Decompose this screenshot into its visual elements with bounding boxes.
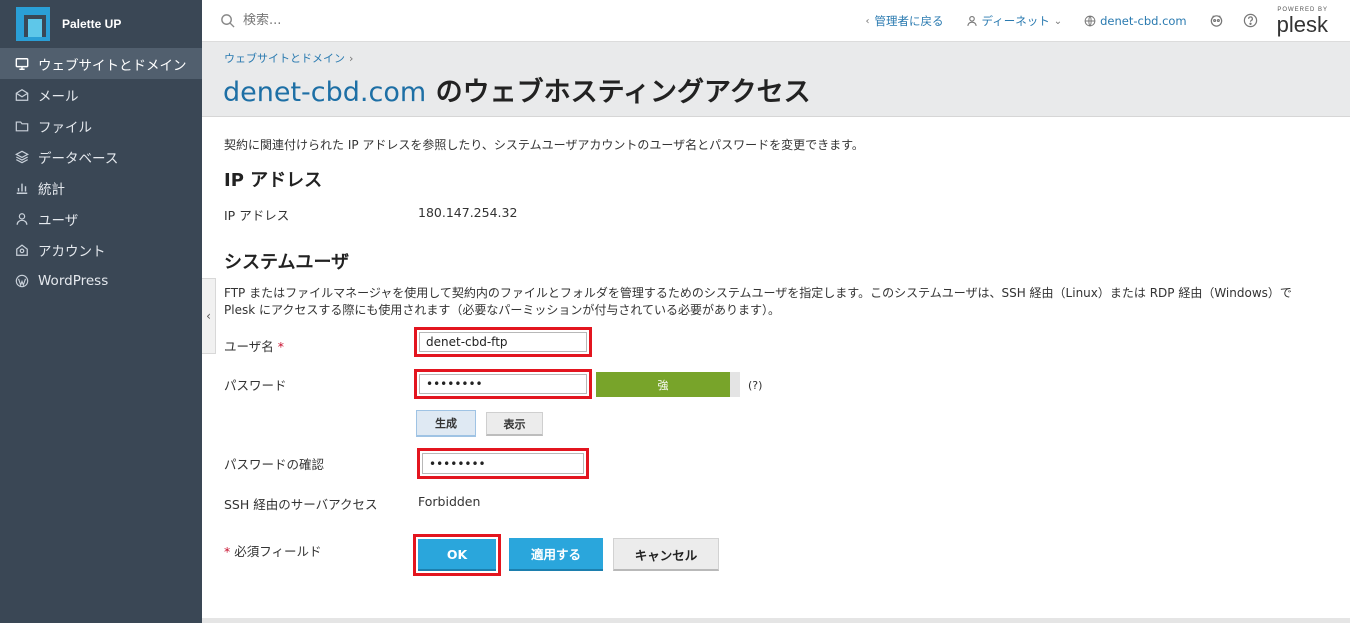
sidebar-item-statistics[interactable]: 統計 <box>0 172 202 203</box>
mail-icon <box>14 87 30 103</box>
apply-button[interactable]: 適用する <box>509 538 603 571</box>
ssh-access-label: SSH 経由のサーバアクセス <box>224 497 378 512</box>
plesk-wordmark: plesk <box>1276 11 1328 37</box>
password-confirm-field[interactable]: •••••••• <box>422 453 584 474</box>
sidebar-item-websites[interactable]: ウェブサイトとドメイン <box>0 48 202 79</box>
brand[interactable]: Palette UP <box>0 0 202 48</box>
plesk-logo: POWERED BY plesk <box>1277 7 1328 36</box>
user-icon <box>966 15 977 26</box>
password-strength-label: 強 <box>657 378 669 392</box>
sidebar: Palette UP ウェブサイトとドメイン メール ファイル データベース 統… <box>0 0 202 623</box>
cancel-button-label: キャンセル <box>634 547 698 563</box>
sidebar-item-mail[interactable]: メール <box>0 79 202 110</box>
username-field[interactable]: denet-cbd-ftp <box>419 332 587 352</box>
required-fields-note-text: 必須フィールド <box>234 544 322 559</box>
chevron-down-icon: ⌄ <box>1053 15 1063 27</box>
user-menu[interactable]: ディーネット ⌄ <box>966 13 1063 29</box>
password-confirm-value: •••••••• <box>429 456 486 471</box>
ok-button-label: OK <box>446 546 468 562</box>
sidebar-item-label: ウェブサイトとドメイン <box>38 57 187 74</box>
page-description: 契約に関連付けられた IP アドレスを参照したり、システムユーザアカウントのユー… <box>224 138 864 152</box>
sysuser-section-heading: システムユーザ <box>224 252 350 273</box>
brand-name: Palette UP <box>62 17 122 31</box>
topbar-right: ‹ 管理者に戻る ディーネット ⌄ denet-cbd.com POWERED … <box>866 0 1329 42</box>
footer-divider <box>202 618 1350 623</box>
account-icon <box>14 242 30 258</box>
page-title-text: のウェブホスティングアクセス <box>426 77 811 108</box>
sysuser-description: FTP またはファイルマネージャを使用して契約内のファイルとフォルダを管理するた… <box>224 286 1292 317</box>
domain-link[interactable]: denet-cbd.com <box>1084 14 1187 28</box>
password-strength-meter: 強 <box>596 372 740 397</box>
ip-value: 180.147.254.32 <box>418 205 518 220</box>
globe-icon <box>1084 15 1096 27</box>
apply-button-label: 適用する <box>530 547 581 562</box>
sidebar-item-label: ユーザ <box>38 212 79 229</box>
sidebar-nav: ウェブサイトとドメイン メール ファイル データベース 統計 ユーザ アカウント <box>0 48 202 296</box>
user-menu-label: ディーネット <box>981 14 1050 28</box>
bar-chart-icon <box>14 180 30 196</box>
required-mark: * <box>277 339 284 354</box>
sidebar-item-users[interactable]: ユーザ <box>0 203 202 234</box>
sidebar-item-databases[interactable]: データベース <box>0 141 202 172</box>
password-value: •••••••• <box>426 377 483 391</box>
sidebar-item-label: 統計 <box>38 181 65 198</box>
wordpress-icon <box>14 273 30 289</box>
breadcrumb-separator-icon: › <box>349 52 354 65</box>
sidebar-collapse-handle[interactable]: ‹ <box>202 278 216 354</box>
page-title-domain: denet-cbd.com <box>223 77 427 108</box>
chevron-left-icon: ‹ <box>206 309 211 323</box>
password-strength-fill: 強 <box>596 372 730 397</box>
sidebar-item-account[interactable]: アカウント <box>0 234 202 265</box>
feedback-icon[interactable] <box>1209 13 1225 29</box>
folder-icon <box>14 118 30 134</box>
domain-label: denet-cbd.com <box>1100 14 1187 28</box>
chevron-left-icon: ‹ <box>865 15 870 27</box>
cancel-button[interactable]: キャンセル <box>613 538 719 571</box>
password-field[interactable]: •••••••• <box>419 374 587 394</box>
sidebar-item-label: ファイル <box>38 119 92 136</box>
sidebar-item-label: アカウント <box>38 243 106 260</box>
search-icon <box>221 14 235 28</box>
username-value: denet-cbd-ftp <box>426 335 508 349</box>
sidebar-item-label: データベース <box>38 150 119 167</box>
database-icon <box>14 149 30 165</box>
show-password-button[interactable]: 表示 <box>486 412 543 436</box>
ip-label: IP アドレス <box>224 208 290 223</box>
show-password-label: 表示 <box>503 417 526 431</box>
sidebar-item-label: メール <box>38 88 79 105</box>
username-label-text: ユーザ名 <box>224 339 274 354</box>
password-confirm-label: パスワードの確認 <box>224 457 325 472</box>
monitor-icon <box>14 56 30 72</box>
required-fields-note: * 必須フィールド <box>224 541 322 560</box>
ip-section-heading: IP アドレス <box>224 170 323 191</box>
password-help-link[interactable]: (?) <box>748 379 762 392</box>
sidebar-item-files[interactable]: ファイル <box>0 110 202 141</box>
breadcrumb[interactable]: ウェブサイトとドメイン › <box>224 50 353 66</box>
user-icon <box>14 211 30 227</box>
page-header: ウェブサイトとドメイン › denet-cbd.com のウェブホスティングアクセ… <box>202 42 1350 117</box>
search-box <box>220 13 720 28</box>
page-title: denet-cbd.com のウェブホスティングアクセス <box>223 70 811 109</box>
back-to-admin-label: 管理者に戻る <box>874 14 944 28</box>
password-label: パスワード <box>224 378 287 393</box>
required-mark: * <box>224 544 231 559</box>
generate-password-button[interactable]: 生成 <box>416 410 476 437</box>
ssh-access-value: Forbidden <box>418 494 481 509</box>
breadcrumb-item[interactable]: ウェブサイトとドメイン <box>224 52 345 65</box>
generate-password-label: 生成 <box>435 417 457 430</box>
sidebar-item-wordpress[interactable]: WordPress <box>0 265 202 296</box>
topbar: ‹ 管理者に戻る ディーネット ⌄ denet-cbd.com POWERED … <box>202 0 1350 42</box>
back-to-admin-link[interactable]: ‹ 管理者に戻る <box>866 13 944 29</box>
username-label: ユーザ名 * <box>224 336 284 355</box>
brand-logo-icon <box>16 7 50 41</box>
help-icon[interactable] <box>1243 13 1259 29</box>
ok-button[interactable]: OK <box>418 539 496 571</box>
search-input[interactable] <box>243 13 543 28</box>
sidebar-item-label: WordPress <box>38 272 109 289</box>
